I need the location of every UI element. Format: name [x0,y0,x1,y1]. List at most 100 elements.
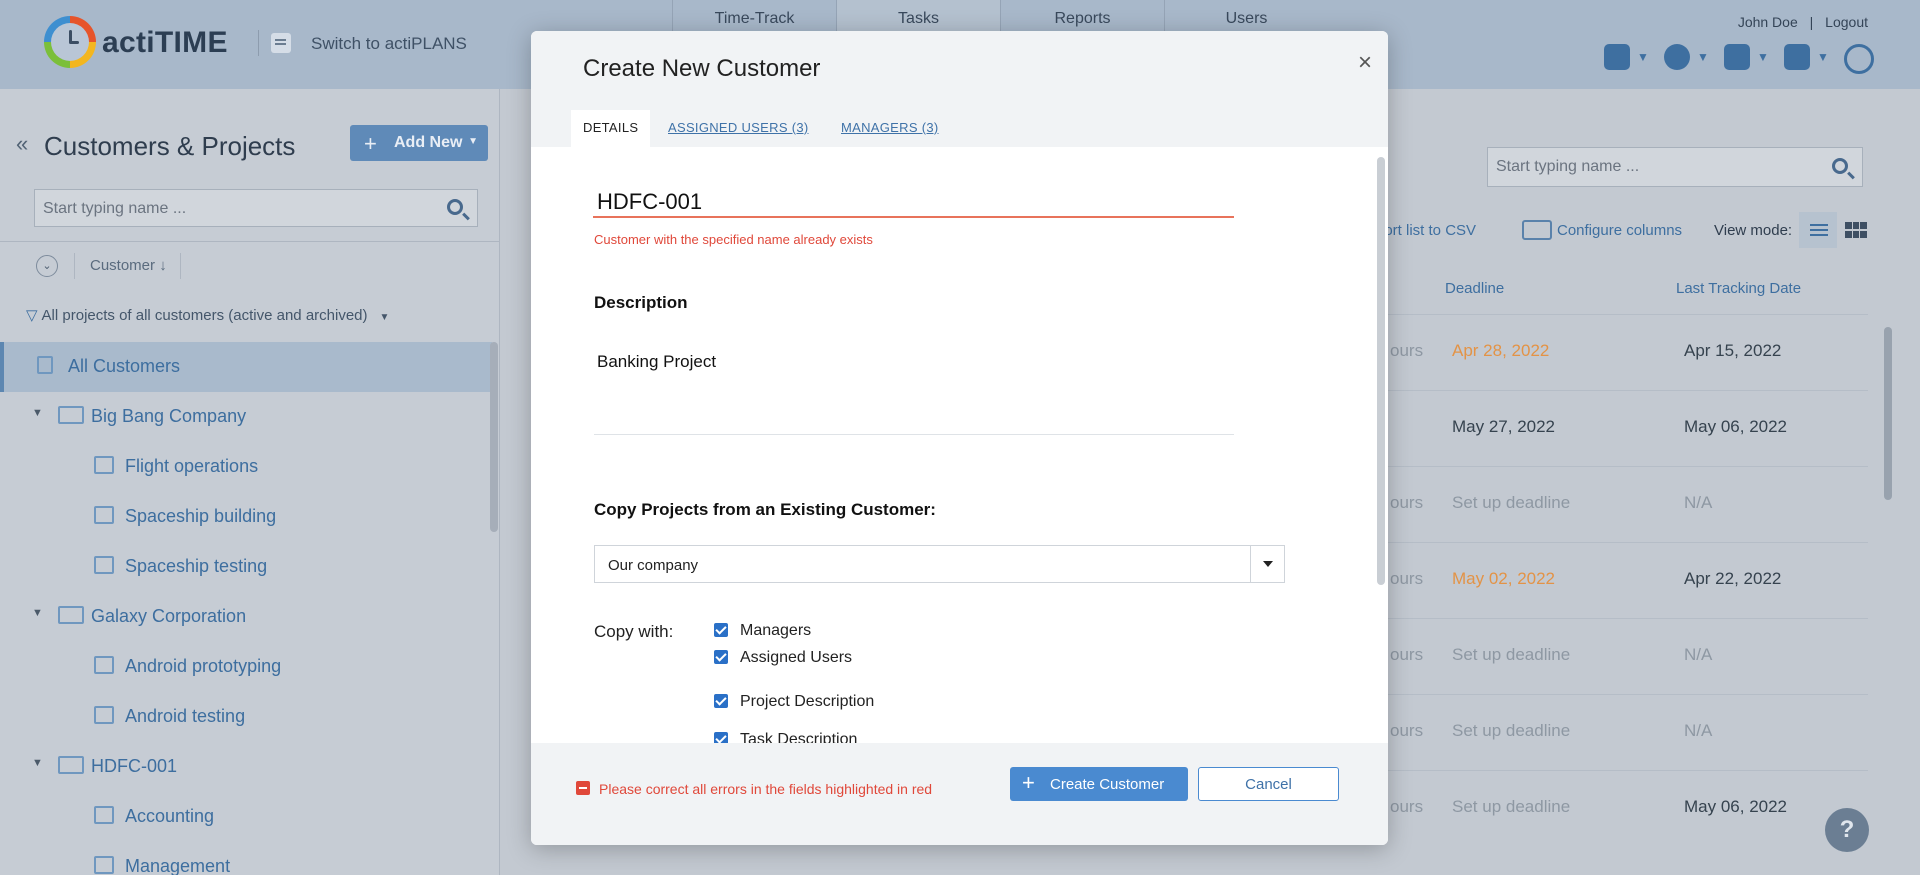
chevron-down-icon[interactable]: ▼ [32,757,43,769]
sort-by-customer[interactable]: Customer ↓ [90,257,167,274]
switch-to-actiplans-link[interactable]: Switch to actiPLANS [311,34,467,54]
description-label: Description [594,293,688,312]
chevron-down-icon: ▼ [1757,50,1769,64]
column-header-last-tracking[interactable]: Last Tracking Date [1676,280,1801,297]
left-scrollbar[interactable] [490,342,498,532]
tab-details[interactable]: DETAILS [571,110,651,147]
close-icon[interactable]: × [1358,49,1372,77]
dialog-header: Create New Customer × DETAILS ASSIGNED U… [531,31,1388,147]
deadline-cell[interactable]: Set up deadline [1452,721,1570,741]
hours-cell: ours [1390,645,1424,664]
tree-item-label: All Customers [68,356,181,376]
collapse-panel-icon[interactable]: « [16,131,28,157]
tree-project[interactable]: Spaceship building [0,492,492,542]
create-customer-button[interactable]: + Create Customer [1010,767,1188,801]
tree-project[interactable]: Android testing [0,692,492,742]
deadline-cell[interactable]: May 27, 2022 [1452,417,1555,437]
grid-view-icon[interactable] [1845,222,1867,238]
copy-with-label: Copy with: [594,622,674,641]
dialog-scrollbar[interactable] [1377,157,1385,585]
copy-from-customer-select[interactable]: Our company [594,545,1285,583]
user-name[interactable]: John Doe [1738,14,1798,30]
tab-assigned-users[interactable]: ASSIGNED USERS (3) [668,120,808,135]
create-customer-label: Create Customer [1050,776,1165,793]
cancel-button[interactable]: Cancel [1198,767,1339,801]
row-divider [1380,314,1868,315]
gear-icon[interactable]: ▼ [1664,42,1710,72]
hours-cell: ours [1390,341,1424,360]
tree-item-label: Big Bang Company [91,406,247,426]
hours-cell: ours [1390,797,1424,816]
project-folder-icon [94,556,114,574]
last-tracking-cell: May 06, 2022 [1684,417,1788,436]
deadline-cell[interactable]: May 02, 2022 [1452,569,1555,589]
help-button[interactable]: ? [1825,808,1869,852]
puzzle-icon[interactable]: ▼ [1724,42,1770,72]
calendar-icon[interactable]: ▼ [1604,42,1650,72]
checkbox-managers[interactable]: Managers [714,622,811,640]
deadline-cell[interactable]: Set up deadline [1452,645,1570,665]
brand-name[interactable]: actiTIME [102,26,228,60]
deadline-cell[interactable]: Set up deadline [1452,493,1570,513]
configure-columns-link[interactable]: Configure columns [1557,222,1682,239]
customers-projects-panel: « Customers & Projects + Add New ▼ Start… [0,89,500,875]
search-placeholder: Start typing name ... [43,200,187,217]
tree-customer-big-bang[interactable]: ▼ Big Bang Company [0,392,492,442]
expand-all-icon[interactable]: ⌄ [36,255,58,277]
chevron-down-icon[interactable]: ▼ [32,607,43,619]
select-value: Our company [608,557,699,574]
customer-search-input[interactable]: Start typing name ... [34,189,478,227]
add-new-button[interactable]: + Add New ▼ [350,125,488,161]
tree-customer-galaxy[interactable]: ▼ Galaxy Corporation [0,592,492,642]
customer-folder-icon [58,756,84,774]
help-icon[interactable]: ▼ [1784,42,1830,72]
configure-columns-icon[interactable] [1522,220,1552,240]
checkbox-project-description[interactable]: Project Description [714,693,874,711]
chevron-down-icon: ▼ [1817,50,1829,64]
tree-item-label: HDFC-001 [91,756,178,776]
tree-item-all-customers[interactable]: All Customers [0,342,492,392]
tree-customer-hdfc[interactable]: ▼ HDFC-001 [0,742,492,792]
tree-project[interactable]: Accounting [0,792,492,842]
actiplans-icon[interactable] [271,33,291,53]
checkbox-checked-icon[interactable] [714,650,728,664]
project-folder-icon [94,456,114,474]
chevron-down-icon[interactable] [1250,546,1284,582]
project-search-input[interactable]: Start typing name ... [1487,147,1863,187]
tree-item-label: Management [125,856,231,875]
chevron-down-icon: ▼ [1637,50,1649,64]
last-tracking-cell: N/A [1684,721,1713,740]
export-csv-link[interactable]: port list to CSV [1376,222,1476,239]
tree-project[interactable]: Spaceship testing [0,542,492,592]
last-tracking-cell: N/A [1684,645,1713,664]
tree-project[interactable]: Android prototyping [0,642,492,692]
list-view-icon[interactable] [1799,212,1837,248]
search-icon[interactable] [1832,158,1848,174]
sort-arrow-icon: ↓ [159,257,167,274]
project-folder-icon [94,856,114,874]
deadline-cell[interactable]: Set up deadline [1452,797,1570,817]
logout-link[interactable]: Logout [1825,14,1868,30]
tree-project[interactable]: Flight operations [0,442,492,492]
checkbox-label: Assigned Users [740,649,853,666]
list-scrollbar[interactable] [1884,327,1892,500]
checkbox-checked-icon[interactable] [714,694,728,708]
divider [180,253,181,279]
actitime-logo-icon[interactable] [44,16,96,68]
lightbulb-icon[interactable] [1844,42,1890,74]
column-header-deadline[interactable]: Deadline [1445,280,1504,297]
chevron-down-icon: ▼ [468,136,478,147]
deadline-cell[interactable]: Apr 28, 2022 [1452,341,1549,361]
chevron-down-icon[interactable]: ▼ [32,407,43,419]
chevron-down-icon: ▼ [1697,50,1709,64]
project-filter[interactable]: ▽ All projects of all customers (active a… [26,306,389,324]
checkbox-assigned-users[interactable]: Assigned Users [714,649,852,667]
tab-managers[interactable]: MANAGERS (3) [841,120,939,135]
search-icon[interactable] [447,199,463,215]
create-customer-dialog: Create New Customer × DETAILS ASSIGNED U… [531,31,1388,845]
tree-project[interactable]: Management [0,842,492,875]
checkbox-checked-icon[interactable] [714,623,728,637]
customer-name-input[interactable]: HDFC-001 [593,185,1234,218]
divider [258,30,259,56]
description-textarea[interactable]: Banking Project [597,352,716,372]
